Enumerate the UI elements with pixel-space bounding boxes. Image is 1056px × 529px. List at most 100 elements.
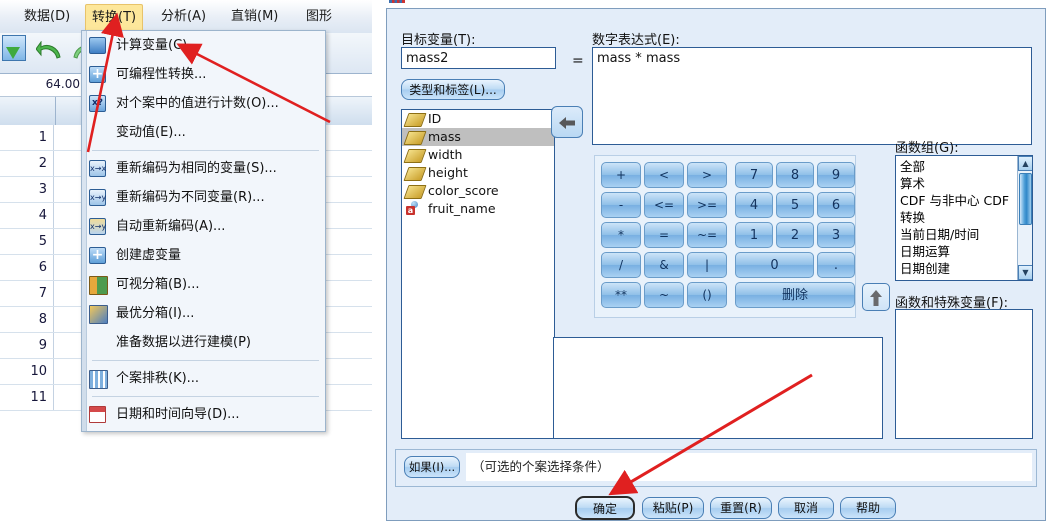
scroll-up-icon[interactable]: ▲: [1018, 156, 1032, 171]
menu-item-programmability-transform-label: 可编程性转换...: [116, 67, 207, 82]
list-item[interactable]: ID: [402, 110, 554, 128]
function-group-list[interactable]: 全部 算术 CDF 与非中心 CDF 转换 当前日期/时间 日期运算 日期创建 …: [895, 155, 1033, 281]
keypad-less-than[interactable]: <: [644, 162, 684, 188]
keypad-not-equal[interactable]: ~=: [687, 222, 727, 248]
list-item[interactable]: 转换: [900, 209, 1017, 226]
menu-item-graphs[interactable]: 图形: [300, 6, 338, 28]
keypad-power[interactable]: **: [601, 282, 641, 308]
calculator-keypad[interactable]: + < > 7 8 9 - <= >= 4 5 6 * = ~= 1 2 3 /…: [594, 155, 856, 318]
numeric-expression-input[interactable]: mass * mass: [592, 47, 1032, 145]
menu-item-transform[interactable]: 转换(T): [85, 4, 144, 32]
keypad-parentheses[interactable]: (): [687, 282, 727, 308]
arrow-up-icon: [870, 290, 882, 306]
cell-value: 64.00: [45, 77, 80, 91]
menu-item-data[interactable]: 数据(D): [18, 6, 76, 28]
menu-item-visual-binning[interactable]: 可视分箱(B)...: [82, 270, 325, 299]
dialog-titlebar[interactable]: [387, 0, 1047, 11]
menu-item-recode-same-variables[interactable]: x→x 重新编码为相同的变量(S)...: [82, 154, 325, 183]
keypad-decimal-point[interactable]: .: [817, 252, 855, 278]
variables-list[interactable]: ID mass width height color_score fruit_n…: [401, 109, 555, 439]
menu-item-optimal-binning[interactable]: 最优分箱(I)...: [82, 299, 325, 328]
transform-dropdown-menu[interactable]: 计算变量(C)... + 可编程性转换... x? 对个案中的值进行计数(O).…: [81, 30, 326, 432]
ok-button[interactable]: 确定: [575, 496, 635, 520]
list-item[interactable]: 日期运算: [900, 243, 1017, 260]
list-item[interactable]: fruit_name: [402, 200, 554, 218]
menu-item-prepare-data-for-modeling[interactable]: 准备数据以进行建模(P): [82, 328, 325, 357]
keypad-greater-equal[interactable]: >=: [687, 192, 727, 218]
recode-different-icon: x→y: [89, 189, 106, 206]
function-group-scrollbar[interactable]: ▲ ▼: [1017, 156, 1032, 280]
menu-item-create-dummy-variables[interactable]: + 创建虚变量: [82, 241, 325, 270]
keypad-0[interactable]: 0: [735, 252, 814, 278]
list-item[interactable]: 算术: [900, 175, 1017, 192]
help-button[interactable]: 帮助: [840, 497, 896, 519]
keypad-delete-button[interactable]: 删除: [735, 282, 855, 308]
if-button[interactable]: 如果(I)...: [404, 456, 460, 478]
numeric-expression-label: 数字表达式(E):: [592, 33, 680, 48]
list-item[interactable]: 当前日期/时间: [900, 226, 1017, 243]
keypad-8[interactable]: 8: [776, 162, 814, 188]
menu-item-direct-marketing[interactable]: 直销(M): [225, 6, 284, 28]
menu-item-compute-variable[interactable]: 计算变量(C)...: [82, 31, 325, 60]
paste-button[interactable]: 粘贴(P): [642, 497, 704, 519]
keypad-4[interactable]: 4: [735, 192, 773, 218]
cancel-button[interactable]: 取消: [778, 497, 834, 519]
menu-item-count-values[interactable]: x? 对个案中的值进行计数(O)...: [82, 89, 325, 118]
type-and-label-button[interactable]: 类型和标签(L)...: [401, 79, 505, 100]
keypad-or[interactable]: |: [687, 252, 727, 278]
scrollbar-thumb[interactable]: [1019, 173, 1032, 225]
keypad-1[interactable]: 1: [735, 222, 773, 248]
menu-item-rank-cases-label: 个案排秩(K)...: [116, 371, 200, 386]
arrow-left-icon: [559, 117, 575, 129]
list-item[interactable]: CDF 与非中心 CDF: [900, 192, 1017, 209]
variable-name: fruit_name: [428, 201, 496, 216]
move-to-expression-button[interactable]: [551, 106, 583, 138]
list-item[interactable]: height: [402, 164, 554, 182]
keypad-9[interactable]: 9: [817, 162, 855, 188]
menu-item-graphs-label: 图形: [306, 9, 333, 24]
date-time-wizard-icon: [89, 406, 106, 423]
keypad-and[interactable]: &: [644, 252, 684, 278]
menu-bar: 数据(D) 转换(T) 分析(A) 直销(M) 图形: [0, 0, 372, 33]
list-item[interactable]: 全部: [900, 158, 1017, 175]
compute-variable-icon: [89, 37, 106, 54]
keypad-minus[interactable]: -: [601, 192, 641, 218]
menu-item-automatic-recode[interactable]: x→y 自动重新编码(A)...: [82, 212, 325, 241]
keypad-tilde[interactable]: ~: [644, 282, 684, 308]
row-number: 8: [0, 307, 54, 332]
list-item[interactable]: 日期创建: [900, 260, 1017, 277]
row-number: 9: [0, 333, 54, 358]
create-dummy-icon: +: [89, 247, 106, 264]
keypad-5[interactable]: 5: [776, 192, 814, 218]
keypad-multiply[interactable]: *: [601, 222, 641, 248]
list-item[interactable]: color_score: [402, 182, 554, 200]
menu-item-shift-values[interactable]: 变动值(E)...: [82, 118, 325, 147]
functions-list[interactable]: [895, 309, 1033, 439]
menu-item-visual-binning-label: 可视分箱(B)...: [116, 277, 200, 292]
move-function-up-button[interactable]: [862, 283, 890, 311]
expression-preview-pane[interactable]: [553, 337, 883, 439]
target-variable-input[interactable]: mass2: [401, 47, 556, 69]
menu-item-date-time-wizard[interactable]: 日期和时间向导(D)...: [82, 400, 325, 429]
keypad-less-equal[interactable]: <=: [644, 192, 684, 218]
variable-name: mass: [428, 129, 461, 144]
keypad-3[interactable]: 3: [817, 222, 855, 248]
keypad-plus[interactable]: +: [601, 162, 641, 188]
row-number: 3: [0, 177, 54, 202]
keypad-7[interactable]: 7: [735, 162, 773, 188]
menu-item-analyze[interactable]: 分析(A): [155, 6, 212, 28]
scroll-down-icon[interactable]: ▼: [1018, 265, 1032, 280]
list-item[interactable]: mass: [402, 128, 554, 146]
menu-item-rank-cases[interactable]: 个案排秩(K)...: [82, 364, 325, 393]
keypad-divide[interactable]: /: [601, 252, 641, 278]
menu-item-recode-different-variables[interactable]: x→y 重新编码为不同变量(R)...: [82, 183, 325, 212]
keypad-equals[interactable]: =: [644, 222, 684, 248]
list-item[interactable]: width: [402, 146, 554, 164]
keypad-6[interactable]: 6: [817, 192, 855, 218]
keypad-greater-than[interactable]: >: [687, 162, 727, 188]
reset-button[interactable]: 重置(R): [710, 497, 772, 519]
undo-icon[interactable]: [35, 40, 62, 59]
keypad-2[interactable]: 2: [776, 222, 814, 248]
variable-name: height: [428, 165, 468, 180]
menu-item-programmability-transform[interactable]: + 可编程性转换...: [82, 60, 325, 89]
